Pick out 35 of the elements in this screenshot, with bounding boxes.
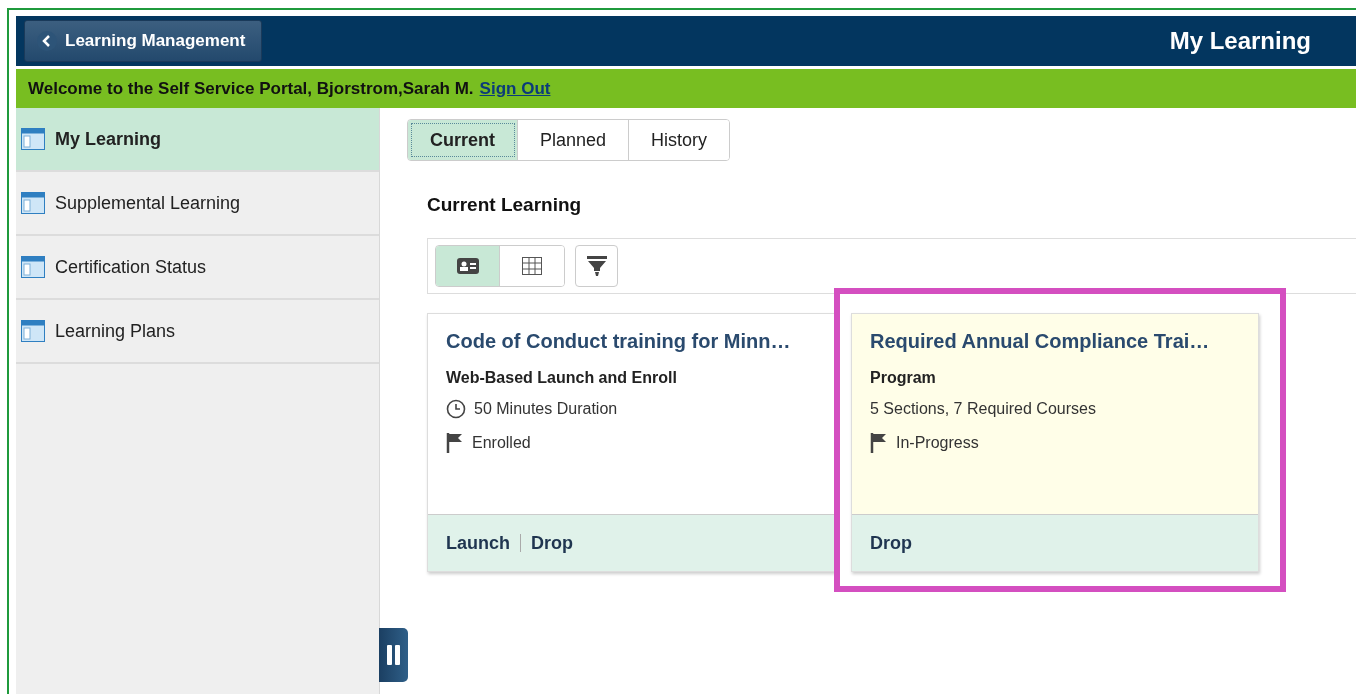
clock-icon	[446, 399, 466, 419]
window-icon	[21, 256, 45, 278]
card-action-link[interactable]: Drop	[870, 532, 912, 554]
welcome-text: Welcome to the Self Service Portal, Bjorstrom,Sarah M.	[28, 78, 474, 99]
card-type: Program	[870, 369, 937, 387]
id-card-icon	[456, 258, 479, 274]
card-detail: 5 Sections, 7 Required Courses	[870, 400, 1096, 418]
window-icon	[21, 320, 45, 342]
card-title[interactable]: Required Annual Compliance Trai…	[870, 330, 1240, 353]
filter-button[interactable]	[575, 245, 618, 287]
sign-out-link[interactable]: Sign Out	[479, 78, 551, 99]
sidebar-item[interactable]: Supplemental Learning	[16, 172, 379, 236]
flag-icon	[870, 433, 888, 453]
card-detail: 50 Minutes Duration	[474, 400, 618, 418]
card-view-button[interactable]	[436, 246, 500, 286]
chevron-left-icon	[42, 35, 52, 47]
page-title: My Learning	[1169, 27, 1311, 55]
section-title: Current Learning	[427, 194, 583, 216]
window-icon	[21, 128, 45, 150]
flag-icon	[446, 433, 464, 453]
grid-icon	[522, 257, 542, 275]
card-type: Web-Based Launch and Enroll	[446, 369, 678, 387]
sidebar-item[interactable]: Learning Plans	[16, 300, 379, 364]
window-icon	[21, 192, 45, 214]
collapse-handle[interactable]	[379, 628, 408, 682]
filter-icon	[586, 256, 607, 276]
card-title[interactable]: Code of Conduct training for Minn…	[446, 330, 816, 353]
back-button[interactable]: Learning Management	[24, 20, 263, 62]
card-detail: Enrolled	[472, 434, 531, 452]
card-action-link[interactable]: Drop	[531, 532, 573, 554]
sidebar-item[interactable]: Certification Status	[16, 236, 379, 300]
tab[interactable]: Current	[408, 120, 518, 160]
card-action-link[interactable]: Launch	[446, 532, 510, 554]
card-detail: In-Progress	[896, 434, 979, 452]
sidebar-item[interactable]: My Learning	[16, 108, 379, 172]
